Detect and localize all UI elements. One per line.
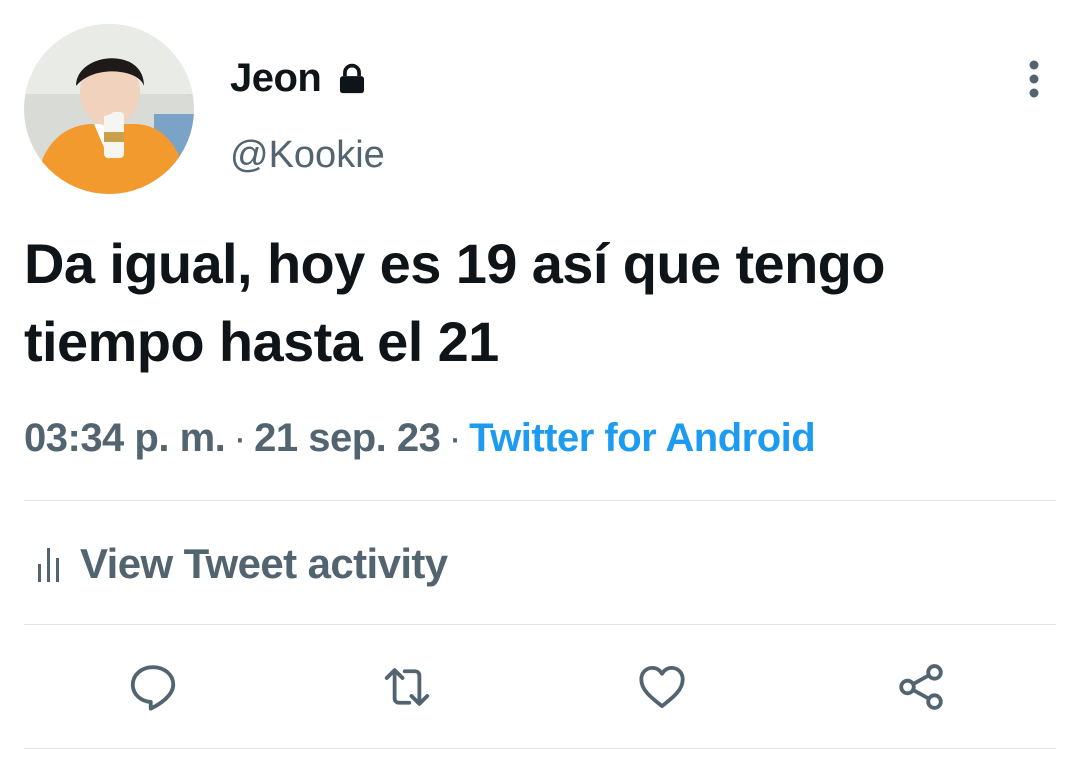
meta-separator: · [233,416,247,460]
retweet-icon[interactable] [380,660,434,714]
meta-separator: · [448,416,462,460]
tweet-meta: 03:34 p. m. · 21 sep. 23 · Twitter for Andro… [24,416,816,461]
view-tweet-activity-label: View Tweet activity [80,540,448,587]
display-name-text: Jeon [230,56,322,100]
reply-icon[interactable] [126,660,180,714]
tweet-source-link[interactable]: Twitter for Android [469,416,816,460]
lock-icon [340,63,365,93]
heart-icon[interactable] [635,660,689,714]
bar-chart-icon [38,548,59,582]
divider [24,500,1056,501]
share-icon[interactable] [894,660,948,714]
username-handle[interactable]: @Kookie [230,134,385,177]
divider [24,748,1056,749]
avatar-image [24,24,194,194]
display-name[interactable]: Jeon [230,56,369,101]
more-vertical-icon[interactable] [1016,58,1052,100]
tweet-text: Da igual, hoy es 19 así que tengo tiempo… [24,232,885,373]
avatar[interactable] [24,24,194,194]
divider [24,624,1056,625]
tweet-time[interactable]: 03:34 p. m. [24,416,226,460]
view-tweet-activity-button[interactable]: View Tweet activity [36,540,448,588]
tweet-date[interactable]: 21 sep. 23 [254,416,441,460]
